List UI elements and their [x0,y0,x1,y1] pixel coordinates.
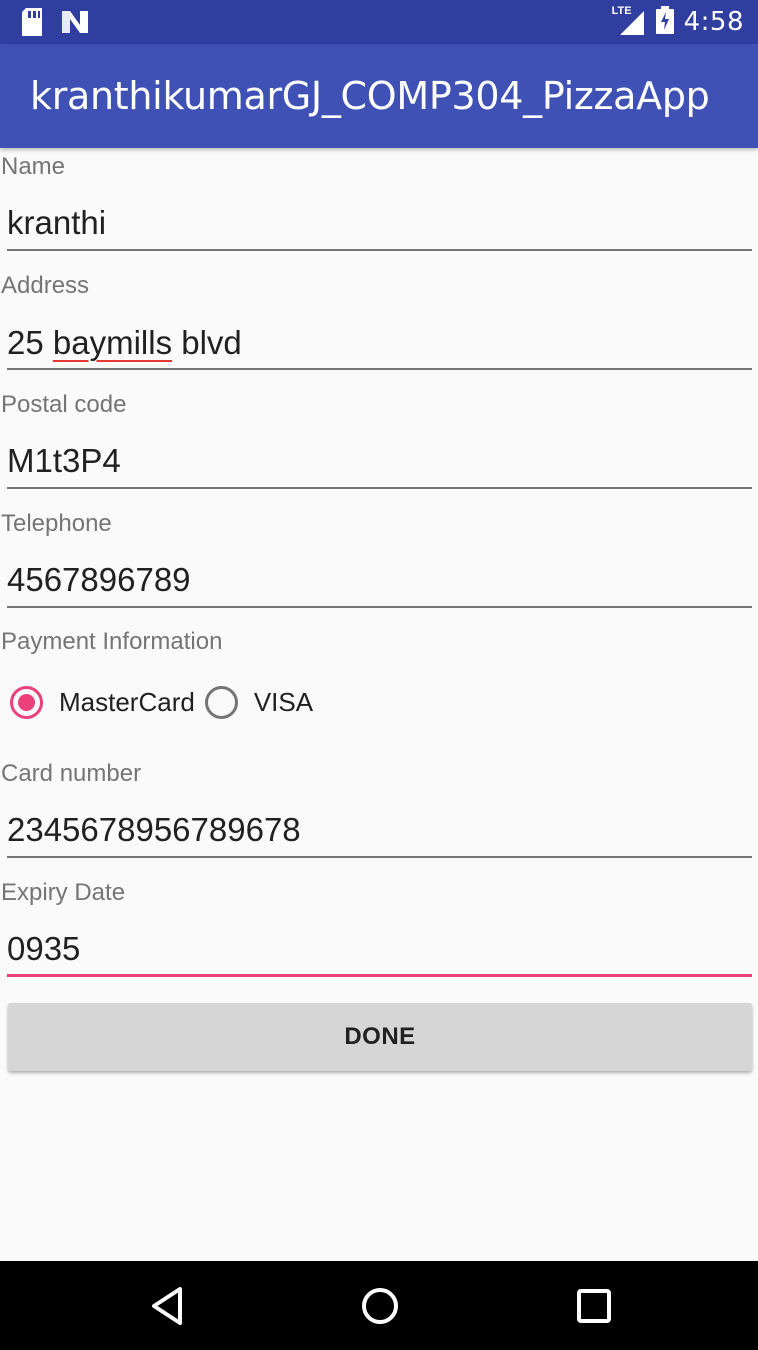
app-bar: kranthikumarGJ_COMP304_PizzaApp [0,44,758,148]
home-icon[interactable] [360,1285,400,1332]
nav-bar [0,1261,758,1350]
done-button[interactable]: DONE [8,1003,752,1071]
address-text-suffix: blvd [172,324,242,361]
lte-signal-icon: LTE [612,5,646,37]
sd-card-icon [20,8,44,41]
notification-n-icon [60,9,90,40]
postal-code-label: Postal code [1,391,127,418]
payment-radio-group: MasterCard VISA [10,686,323,719]
radio-unchecked-icon[interactable] [204,686,238,719]
status-left [20,8,90,41]
telephone-label: Telephone [1,510,112,537]
card-number-input[interactable] [7,808,752,858]
radio-visa-label[interactable]: VISA [254,687,313,718]
clock: 4:58 [683,7,744,37]
name-input[interactable] [7,201,752,251]
name-label: Name [1,153,66,180]
address-input[interactable]: 25 baymills blvd [7,320,752,370]
expiry-date-label: Expiry Date [1,879,126,906]
radio-visa[interactable]: VISA [204,686,313,719]
status-bar: LTE 4:58 [0,0,758,44]
radio-mastercard-label[interactable]: MasterCard [59,687,195,718]
battery-charging-icon [655,5,674,39]
payment-info-label: Payment Information [1,628,223,655]
app-title: kranthikumarGJ_COMP304_PizzaApp [30,74,710,118]
telephone-input[interactable] [7,558,752,608]
radio-mastercard[interactable]: MasterCard [10,686,195,719]
radio-checked-icon[interactable] [10,686,43,719]
recents-icon[interactable] [574,1285,614,1332]
address-text-prefix: 25 [7,324,53,361]
expiry-date-input[interactable] [7,927,752,977]
address-misspelled-word: baymills [52,324,173,361]
postal-code-input[interactable] [7,439,752,489]
status-right: LTE 4:58 [612,0,744,44]
card-number-label: Card number [1,760,142,787]
address-label: Address [1,272,90,299]
back-icon[interactable] [148,1285,188,1332]
